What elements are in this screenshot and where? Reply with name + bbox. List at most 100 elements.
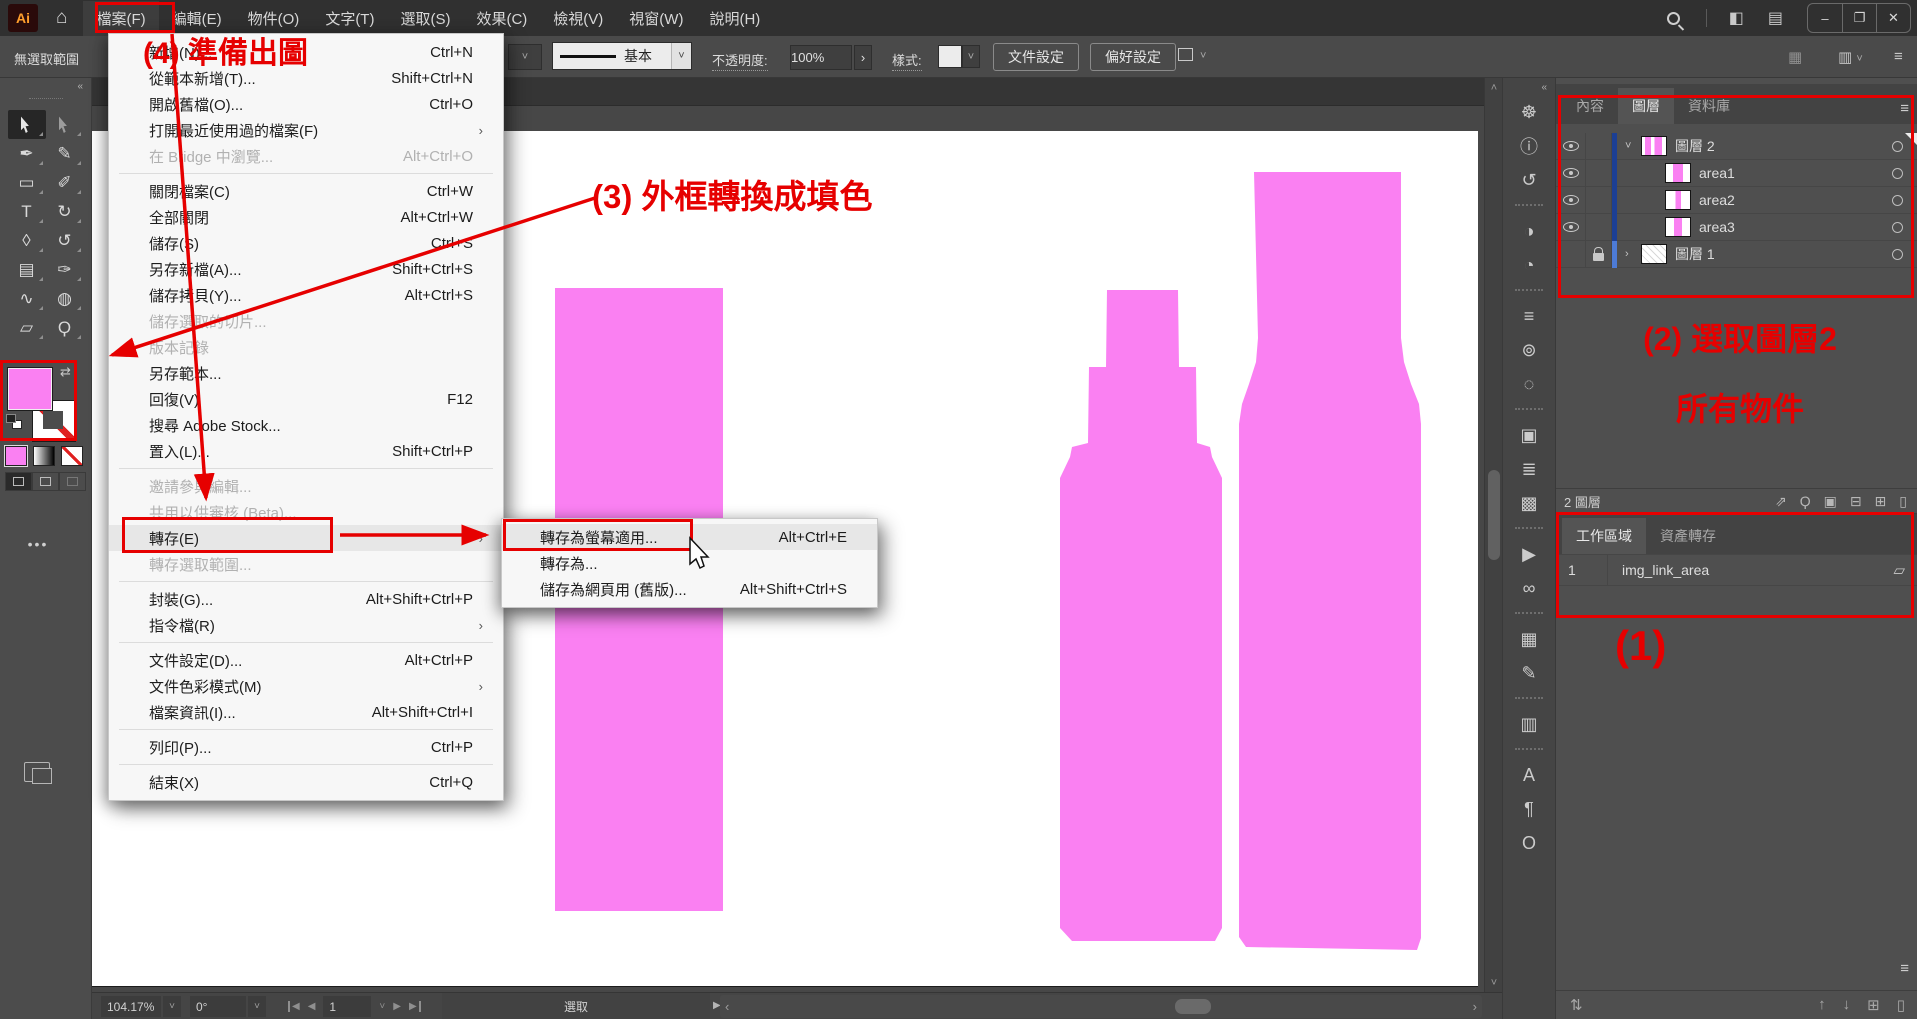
- selection-tool[interactable]: [8, 110, 46, 139]
- symbols-icon[interactable]: ▦: [1511, 622, 1547, 656]
- menu-item-save[interactable]: 儲存(S) Ctrl+S: [109, 230, 503, 256]
- scroll-right-icon[interactable]: ›: [1473, 999, 1477, 1014]
- rotate-view-tool[interactable]: ↺: [46, 226, 84, 255]
- eyedropper-tool[interactable]: ✑: [46, 255, 84, 284]
- menu-item-open[interactable]: 開啟舊檔(O)... Ctrl+O: [109, 91, 503, 117]
- expand-dock-icon[interactable]: «: [1503, 78, 1555, 95]
- layer-name[interactable]: 圖層 1: [1675, 244, 1715, 264]
- vertical-scroll-thumb[interactable]: [1488, 470, 1500, 560]
- brush-definition-select[interactable]: 基本 ˅: [552, 42, 692, 70]
- magenta-bottle-large-shape[interactable]: [1239, 172, 1421, 950]
- lock-toggle[interactable]: [1586, 241, 1612, 268]
- character-icon[interactable]: A: [1511, 758, 1547, 792]
- document-setup-button[interactable]: 文件設定: [993, 43, 1079, 71]
- style-swatch[interactable]: [938, 45, 962, 68]
- vertical-scrollbar[interactable]: ˄ ˅: [1484, 78, 1502, 992]
- align-icon[interactable]: ≣: [1511, 452, 1547, 486]
- layer-name[interactable]: 圖層 2: [1675, 136, 1715, 156]
- layer-thumbnail[interactable]: [1665, 190, 1691, 210]
- lock-toggle[interactable]: [1586, 160, 1612, 187]
- gradient-annotator-icon[interactable]: ▥: [1511, 707, 1547, 741]
- menu-item-new-from-template[interactable]: 從範本新增(T)... Shift+Ctrl+N: [109, 65, 503, 91]
- rotation-chevron-icon[interactable]: ˅: [248, 996, 266, 1017]
- zoom-level-input[interactable]: 104.17%: [101, 996, 161, 1017]
- opacity-label[interactable]: 不透明度:: [712, 50, 768, 71]
- minimize-button[interactable]: –: [1808, 4, 1842, 32]
- pathfinder-icon[interactable]: ▩: [1511, 486, 1547, 520]
- visibility-toggle[interactable]: [1556, 214, 1586, 241]
- eraser-tool[interactable]: ◊: [8, 226, 46, 255]
- artboard-row[interactable]: 1 img_link_area ▱: [1556, 554, 1917, 586]
- visibility-toggle[interactable]: [1556, 133, 1586, 160]
- menu-item-revert[interactable]: 回復(V) F12: [109, 386, 503, 412]
- layer-thumbnail[interactable]: [1665, 217, 1691, 237]
- menu-item-print[interactable]: 列印(P)... Ctrl+P: [109, 734, 503, 760]
- default-fill-stroke-icon[interactable]: [6, 414, 22, 430]
- arrange-documents-icon[interactable]: ▤: [1768, 8, 1783, 28]
- layer-name[interactable]: area2: [1699, 192, 1735, 208]
- selection-panel-icon[interactable]: ◌: [1511, 367, 1547, 401]
- menu-item-save-as[interactable]: 另存新檔(A)... Shift+Ctrl+S: [109, 256, 503, 282]
- rotate-tool[interactable]: ↻: [46, 197, 84, 226]
- collapse-toolbar-icon[interactable]: «: [0, 78, 91, 96]
- move-artboard-down-icon[interactable]: ↓: [1843, 996, 1851, 1014]
- target-circle[interactable]: [1877, 222, 1917, 233]
- last-artboard-button[interactable]: ▶: [409, 1001, 421, 1012]
- zoom-chevron-icon[interactable]: ˅: [163, 996, 181, 1017]
- artboard-number-chevron-icon[interactable]: ˅: [379, 1001, 385, 1012]
- info-icon[interactable]: ⓘ: [1511, 129, 1547, 163]
- rearrange-artboards-icon[interactable]: ⇅: [1570, 996, 1818, 1014]
- style-chevron-icon[interactable]: ˅: [962, 45, 980, 68]
- layers-panel-menu-icon[interactable]: ≡: [1900, 100, 1909, 117]
- submenu-item-save-for-web[interactable]: 儲存為網頁用 (舊版)... Alt+Shift+Ctrl+S: [502, 576, 877, 602]
- menu-item-scripts[interactable]: 指令檔(R) ›: [109, 612, 503, 638]
- menu-item-document-color-mode[interactable]: 文件色彩模式(M) ›: [109, 673, 503, 699]
- first-artboard-button[interactable]: ◀: [288, 1001, 300, 1012]
- distribute-icon[interactable]: ▥ ˅: [1838, 48, 1863, 66]
- tab-asset-export[interactable]: 資產轉存: [1646, 518, 1730, 554]
- menu-item-search-adobe-stock[interactable]: 搜尋 Adobe Stock...: [109, 412, 503, 438]
- type-tool[interactable]: T: [8, 197, 46, 226]
- layer-thumbnail[interactable]: [1641, 244, 1667, 264]
- tab-properties[interactable]: 內容: [1562, 88, 1618, 124]
- isolate-chevron-icon[interactable]: ˅: [1200, 50, 1206, 62]
- new-layer-icon[interactable]: ⊞: [1875, 493, 1887, 510]
- new-artboard-icon[interactable]: ⊞: [1867, 996, 1880, 1014]
- restore-button[interactable]: ❐: [1842, 4, 1876, 32]
- menu-item-package[interactable]: 封裝(G)... Alt+Shift+Ctrl+P: [109, 586, 503, 612]
- direct-selection-tool[interactable]: [46, 110, 84, 139]
- layer-row-layer2[interactable]: ˅ 圖層 2: [1556, 133, 1917, 160]
- tab-layers[interactable]: 圖層: [1618, 88, 1674, 124]
- opacity-expand-button[interactable]: ›: [854, 45, 872, 70]
- curvature-tool[interactable]: ✎: [46, 139, 84, 168]
- layer-row-area1[interactable]: area1: [1556, 160, 1917, 187]
- gradient-icon[interactable]: ◔: [1511, 248, 1547, 282]
- artboard-number-input[interactable]: 1: [323, 996, 371, 1017]
- shape-builder-tool[interactable]: ◍: [46, 284, 84, 313]
- target-circle[interactable]: [1877, 249, 1917, 260]
- submenu-item-export-as[interactable]: 轉存為...: [502, 550, 877, 576]
- isolate-mode-icon[interactable]: [1178, 48, 1193, 61]
- menu-object[interactable]: 物件(O): [235, 1, 313, 36]
- color-button[interactable]: [5, 446, 27, 466]
- menu-effect[interactable]: 效果(C): [463, 1, 540, 36]
- menu-item-save-as-template[interactable]: 另存範本...: [109, 360, 503, 386]
- menu-item-share-for-review[interactable]: 共用以供審核 (Beta)...: [109, 499, 503, 525]
- transparency-icon[interactable]: ⊚: [1511, 333, 1547, 367]
- menu-window[interactable]: 視窗(W): [616, 1, 696, 36]
- visibility-toggle[interactable]: [1556, 187, 1586, 214]
- magenta-bottle-small-shape[interactable]: [1060, 290, 1222, 941]
- horizontal-scrollbar[interactable]: ‹ ›: [720, 995, 1482, 1018]
- target-circle[interactable]: [1877, 195, 1917, 206]
- opentype-icon[interactable]: O: [1511, 826, 1547, 860]
- draw-behind-button[interactable]: [32, 472, 59, 491]
- menu-item-version-history[interactable]: 版本記錄: [109, 334, 503, 360]
- search-icon[interactable]: [1667, 12, 1680, 25]
- layer-row-layer1[interactable]: › 圖層 1: [1556, 241, 1917, 268]
- pen-tool[interactable]: ✒: [8, 139, 46, 168]
- artboards-panel-menu-icon[interactable]: ≡: [1900, 960, 1909, 977]
- menu-item-new[interactable]: 新增(N)... Ctrl+N: [109, 39, 503, 65]
- preferences-button[interactable]: 偏好設定: [1090, 43, 1176, 71]
- collect-for-export-icon[interactable]: ⇗: [1775, 493, 1787, 510]
- lock-toggle[interactable]: [1586, 187, 1612, 214]
